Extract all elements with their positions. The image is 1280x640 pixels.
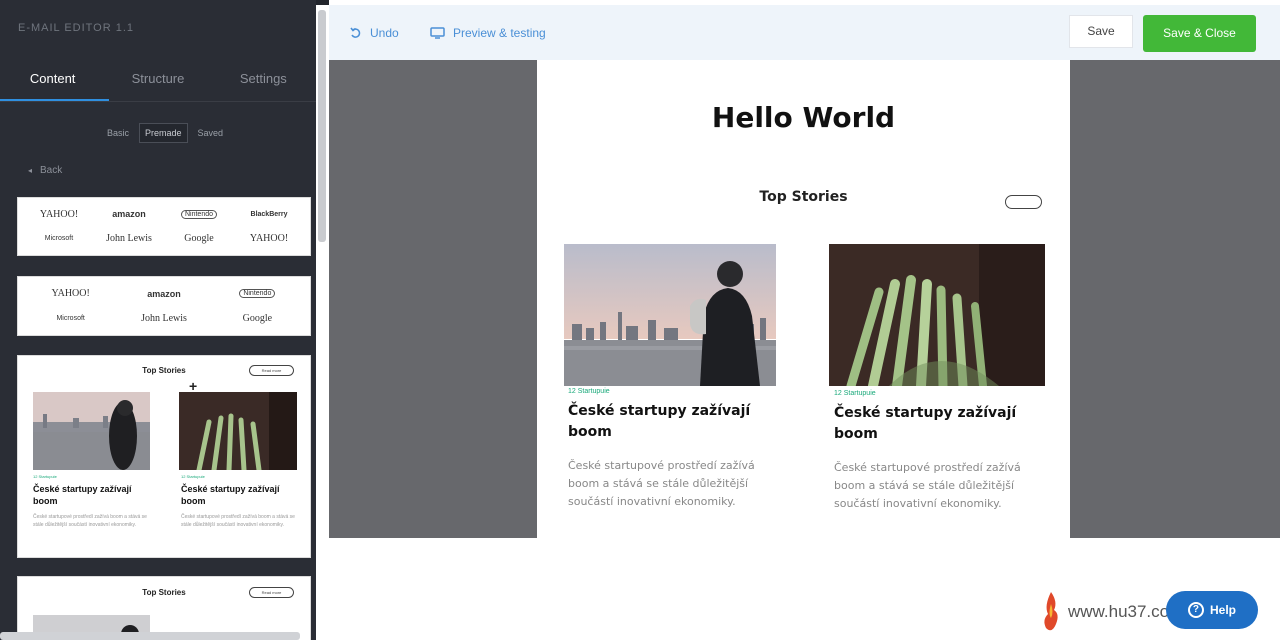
logo-block-3col[interactable]: YAHOO! amazon Nintendo Microsoft John Le…: [17, 276, 311, 336]
logo-text: Google: [242, 313, 273, 324]
sidebar: E-MAIL EDITOR 1.1 Content Structure Sett…: [0, 0, 316, 640]
tab-structure[interactable]: Structure: [105, 60, 210, 102]
segment-basic[interactable]: Basic: [101, 123, 135, 143]
logo-text: Nintendo: [239, 289, 276, 298]
template-story-left: 12 Startupuie České startupy zažívají bo…: [33, 474, 153, 529]
story-category[interactable]: 12 Startupuie: [834, 390, 1054, 397]
save-button[interactable]: Save: [1069, 15, 1133, 48]
back-link[interactable]: ◂ Back: [28, 165, 62, 176]
segment-premade[interactable]: Premade: [139, 123, 188, 143]
tab-settings[interactable]: Settings: [211, 60, 316, 102]
story-heading[interactable]: České startupy zažívají boom: [568, 401, 788, 443]
help-button[interactable]: ? Help: [1166, 591, 1258, 629]
segment-saved[interactable]: Saved: [192, 123, 230, 143]
undo-button[interactable]: Undo: [350, 26, 399, 40]
template-heading: České startupy zažívají boom: [33, 484, 132, 506]
template-photo-asparagus: [179, 392, 297, 470]
top-stories-template[interactable]: Top Stories Read more + 12 Startupuie Če…: [17, 355, 311, 558]
template-category: 12 Startupuie: [33, 474, 57, 479]
save-close-button[interactable]: Save & Close: [1143, 15, 1256, 52]
editor-toolbar: Undo Preview & testing Save Save & Close: [329, 5, 1280, 60]
logo-block-4col[interactable]: YAHOO! amazon Nintendo BlackBerry Micros…: [17, 197, 311, 256]
template-heading: České startupy zažívají boom: [181, 484, 280, 506]
app-title: E-MAIL EDITOR 1.1: [18, 22, 135, 34]
read-more-button[interactable]: [1005, 195, 1042, 209]
story-right: 12 Startupuie České startupy zažívají bo…: [834, 390, 1054, 513]
logo-text: amazon: [112, 209, 146, 220]
back-label: Back: [40, 165, 63, 176]
template-story-right: 12 Startupuie České startupy zažívají bo…: [181, 474, 301, 529]
logo-text: Nintendo: [180, 209, 218, 219]
watermark: www.hu37.com: [1040, 590, 1183, 634]
story-left: 12 Startupuie České startupy zažívají bo…: [568, 388, 788, 511]
template-pill: Read more: [249, 587, 294, 598]
email-editor-app: E-MAIL EDITOR 1.1 Content Structure Sett…: [0, 0, 1280, 640]
logo-text: Google: [184, 233, 214, 245]
template-body: České startupové prostředí zažívá boom a…: [33, 514, 147, 528]
story-category[interactable]: 12 Startupuie: [568, 388, 788, 395]
story-body[interactable]: České startupové prostředí zažívá boom a…: [834, 459, 1054, 513]
template-body: České startupové prostředí zažívá boom a…: [181, 514, 295, 528]
logo-text: YAHOO!: [39, 208, 79, 220]
email-title[interactable]: Hello World: [537, 101, 1070, 134]
logo-text: Microsoft: [44, 235, 74, 243]
undo-icon: [350, 27, 361, 38]
logo-text: YAHOO!: [249, 233, 289, 245]
monitor-icon: [430, 27, 445, 39]
preview-testing-button[interactable]: Preview & testing: [430, 26, 546, 40]
question-icon: ?: [1187, 602, 1204, 618]
story-body[interactable]: České startupové prostředí zažívá boom a…: [568, 457, 788, 511]
logo-text: BlackBerry: [250, 210, 288, 218]
tabs-divider: [0, 101, 316, 102]
tab-content[interactable]: Content: [0, 60, 105, 102]
logo-text: YAHOO!: [51, 288, 90, 299]
template-photo-city: [33, 392, 150, 470]
logo-text: Microsoft: [56, 315, 85, 322]
logo-text: John Lewis: [141, 313, 187, 324]
top-stories-template-2[interactable]: Top Stories Read more: [17, 576, 311, 640]
help-label: Help: [1209, 603, 1236, 617]
block-type-switch: Basic Premade Saved: [101, 123, 229, 143]
editor-main: Undo Preview & testing Save Save & Close…: [329, 0, 1280, 640]
sidebar-scrollbar[interactable]: [318, 10, 326, 242]
logo-text: John Lewis: [106, 233, 152, 245]
story-heading[interactable]: České startupy zažívají boom: [834, 403, 1054, 445]
horizontal-scrollbar[interactable]: [0, 632, 300, 640]
logo-text: amazon: [147, 288, 181, 299]
undo-label: Undo: [370, 26, 399, 40]
template-pill: Read more: [249, 365, 294, 376]
chevron-left-icon: ◂: [28, 166, 33, 175]
preview-label: Preview & testing: [453, 26, 546, 40]
email-preview[interactable]: Hello World Top Stories 12 Startupuie Če…: [537, 60, 1070, 538]
template-category: 12 Startupuie: [181, 474, 205, 479]
story-photo-city[interactable]: [564, 244, 776, 386]
flame-logo-icon: [1044, 592, 1058, 631]
sidebar-tabs: Content Structure Settings: [0, 60, 316, 102]
section-title[interactable]: Top Stories: [537, 189, 1070, 205]
story-photo-asparagus[interactable]: [829, 244, 1045, 386]
